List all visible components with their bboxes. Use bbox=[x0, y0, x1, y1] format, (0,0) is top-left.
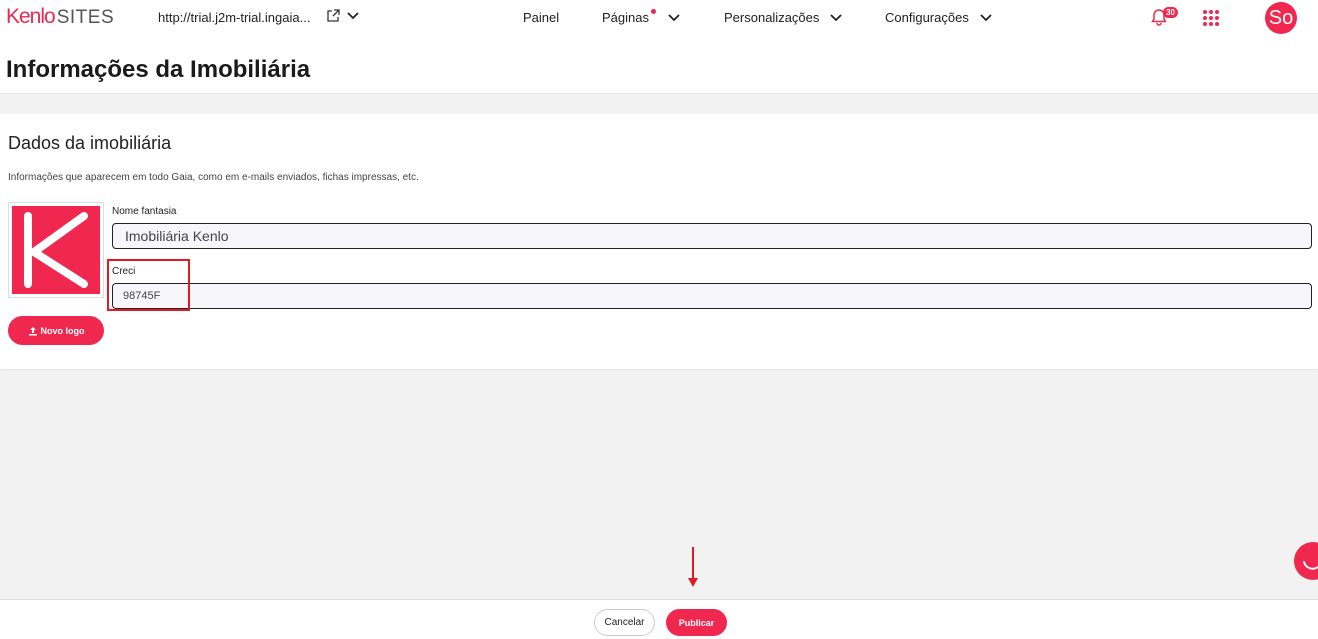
logo-brand: Kenlo bbox=[6, 5, 56, 28]
card-description: Informações que aparecem em todo Gaia, c… bbox=[8, 172, 419, 183]
notification-dot bbox=[651, 9, 656, 14]
annotation-highlight-box bbox=[107, 259, 190, 311]
nome-fantasia-input[interactable] bbox=[112, 223, 1312, 249]
page-title: Informações da Imobiliária bbox=[6, 56, 311, 83]
new-logo-button[interactable]: Novo logo bbox=[8, 316, 104, 345]
nav-paginas[interactable]: Páginas bbox=[602, 10, 681, 25]
external-link-icon[interactable] bbox=[326, 9, 340, 23]
nav-personalizacoes[interactable]: Personalizações bbox=[724, 10, 843, 25]
new-logo-label: Novo logo bbox=[40, 325, 85, 336]
nav-personalizacoes-label: Personalizações bbox=[724, 10, 820, 25]
user-avatar[interactable]: So bbox=[1265, 2, 1297, 34]
agency-logo-preview bbox=[8, 202, 104, 298]
nav-painel[interactable]: Painel bbox=[523, 10, 559, 25]
kenlo-k-logo-image bbox=[12, 206, 100, 294]
apps-grid-icon[interactable] bbox=[1203, 10, 1219, 26]
creci-input[interactable] bbox=[112, 283, 1312, 309]
upload-icon bbox=[28, 326, 37, 335]
top-navbar: Kenlo SITES http://trial.j2m-trial.ingai… bbox=[0, 0, 1318, 36]
agency-data-card: Dados da imobiliária Informações que apa… bbox=[0, 114, 1318, 369]
nav-painel-label: Painel bbox=[523, 10, 560, 25]
chat-support-icon[interactable] bbox=[1294, 542, 1318, 580]
logo-product: SITES bbox=[56, 7, 115, 28]
annotation-arrow-down-icon bbox=[688, 547, 698, 587]
chevron-down-icon[interactable] bbox=[829, 13, 843, 23]
nav-configuracoes-label: Configurações bbox=[885, 10, 969, 25]
nome-fantasia-label: Nome fantasia bbox=[112, 206, 177, 217]
notification-count-badge: 30 bbox=[1163, 7, 1178, 18]
nav-paginas-label: Páginas bbox=[602, 10, 649, 25]
kenlo-sites-logo[interactable]: Kenlo SITES bbox=[6, 5, 114, 29]
chevron-down-icon[interactable] bbox=[667, 13, 681, 23]
site-url-link[interactable]: http://trial.j2m-trial.ingaia... bbox=[158, 10, 310, 25]
chevron-down-icon[interactable] bbox=[346, 11, 360, 21]
action-footer: Cancelar Publicar bbox=[0, 599, 1318, 639]
card-title: Dados da imobiliária bbox=[8, 133, 172, 153]
nav-configuracoes[interactable]: Configurações bbox=[885, 10, 993, 25]
cancel-button[interactable]: Cancelar bbox=[594, 609, 655, 636]
page-title-bar: Informações da Imobiliária bbox=[0, 36, 1318, 94]
chevron-down-icon[interactable] bbox=[979, 13, 993, 23]
publish-button[interactable]: Publicar bbox=[666, 609, 727, 636]
